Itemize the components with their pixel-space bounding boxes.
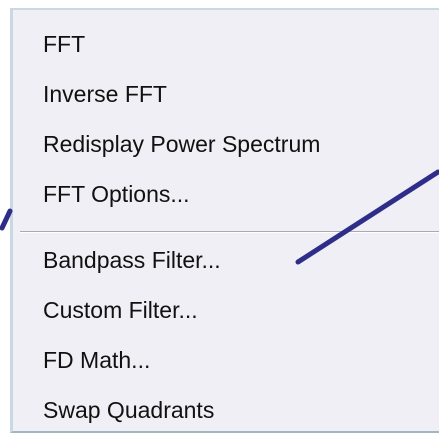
process-fft-submenu: FFT Inverse FFT Redisplay Power Spectrum… [10,8,439,433]
annotation-arrow-stub [0,208,13,231]
menu-item-bandpass-filter[interactable]: Bandpass Filter... [43,246,221,274]
menu-item-fft[interactable]: FFT [43,30,85,58]
menu-item-redisplay-power-spectrum[interactable]: Redisplay Power Spectrum [43,130,320,158]
menu-item-fd-math[interactable]: FD Math... [43,346,150,374]
menu-separator [20,231,439,233]
menu-item-fft-options[interactable]: FFT Options... [43,180,190,208]
menu-item-inverse-fft[interactable]: Inverse FFT [43,80,167,108]
menu-item-swap-quadrants[interactable]: Swap Quadrants [43,396,214,424]
menu-item-custom-filter[interactable]: Custom Filter... [43,296,198,324]
screenshot-stage: FFT Inverse FFT Redisplay Power Spectrum… [0,0,439,436]
